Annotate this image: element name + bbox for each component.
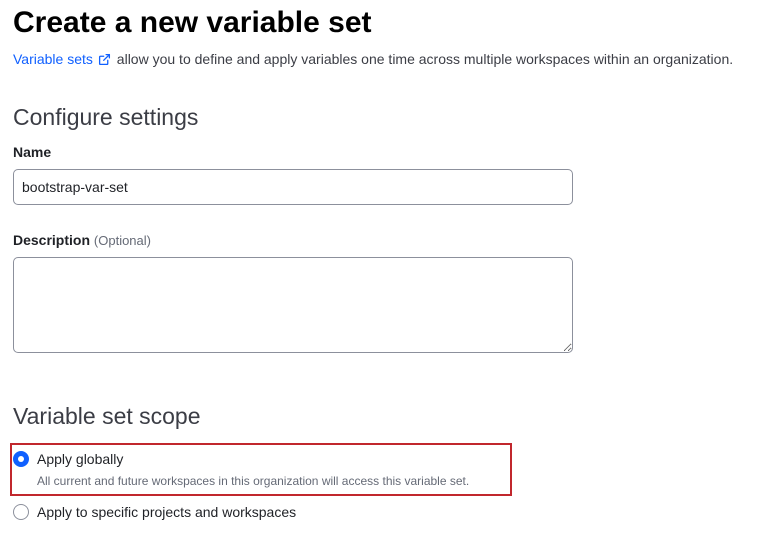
name-label: Name <box>13 144 52 160</box>
variable-sets-link[interactable]: Variable sets <box>13 51 113 67</box>
intro-description: allow you to define and apply variables … <box>116 51 734 67</box>
apply-globally-label[interactable]: Apply globally <box>37 450 123 468</box>
variable-sets-link-label: Variable sets <box>13 51 93 67</box>
variable-set-scope-heading: Variable set scope <box>13 403 201 429</box>
page-title: Create a new variable set <box>13 6 372 39</box>
description-textarea[interactable] <box>13 257 573 353</box>
configure-settings-heading: Configure settings <box>13 104 199 130</box>
apply-specific-label[interactable]: Apply to specific projects and workspace… <box>37 503 296 521</box>
apply-globally-help: All current and future workspaces in thi… <box>37 474 470 488</box>
optional-hint: (Optional) <box>93 233 151 248</box>
intro-text: Variable sets allow you to define and ap… <box>13 50 733 68</box>
name-input[interactable] <box>13 169 573 205</box>
external-link-icon <box>98 53 110 66</box>
description-label-text: Description <box>13 232 91 248</box>
description-label: Description (Optional) <box>13 231 151 250</box>
apply-specific-radio[interactable] <box>13 504 29 520</box>
apply-globally-radio[interactable] <box>13 451 29 467</box>
